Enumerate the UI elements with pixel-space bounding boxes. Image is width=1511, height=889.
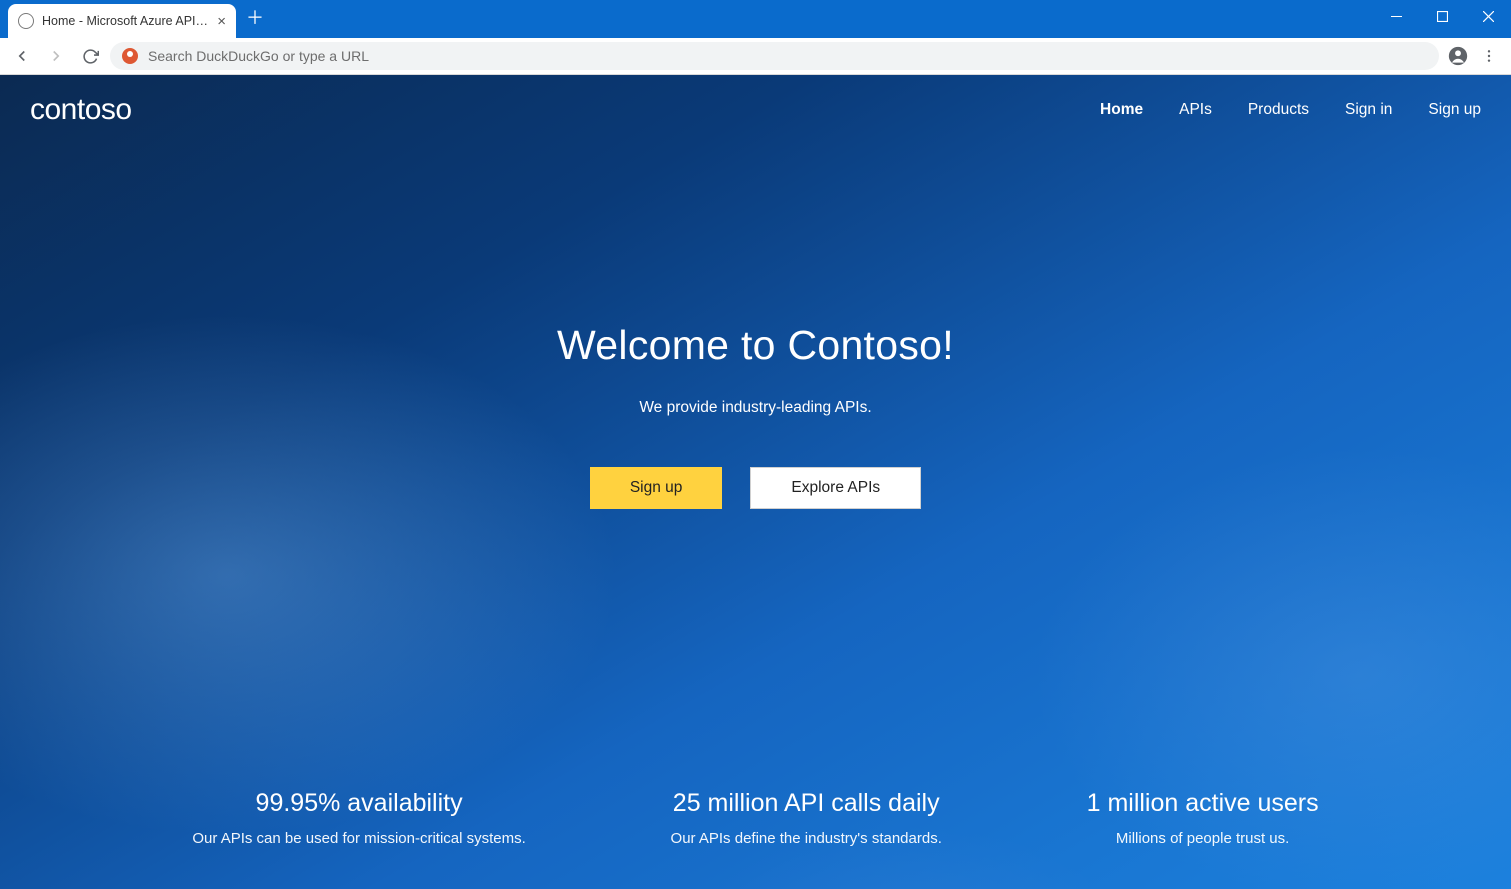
page-viewport[interactable]: contoso Home APIs Products Sign in Sign … bbox=[0, 75, 1511, 889]
browser-tab[interactable]: Home - Microsoft Azure API Management × bbox=[8, 4, 236, 38]
maximize-button[interactable] bbox=[1419, 0, 1465, 32]
stat-title: 25 million API calls daily bbox=[671, 789, 942, 818]
hero-content: Welcome to Contoso! We provide industry-… bbox=[0, 127, 1511, 509]
window-controls bbox=[1373, 0, 1511, 32]
stats-row: 99.95% availability Our APIs can be used… bbox=[0, 789, 1511, 847]
minimize-button[interactable] bbox=[1373, 0, 1419, 32]
nav-home[interactable]: Home bbox=[1100, 101, 1143, 119]
forward-button[interactable] bbox=[42, 42, 70, 70]
stat-desc: Our APIs define the industry's standards… bbox=[671, 830, 942, 847]
hero-title: Welcome to Contoso! bbox=[0, 322, 1511, 369]
stat-availability: 99.95% availability Our APIs can be used… bbox=[192, 789, 525, 847]
browser-toolbar: Search DuckDuckGo or type a URL bbox=[0, 38, 1511, 75]
profile-icon[interactable] bbox=[1445, 43, 1471, 69]
tab-title: Home - Microsoft Azure API Management bbox=[42, 14, 209, 28]
kebab-menu-icon[interactable] bbox=[1475, 42, 1503, 70]
nav-products[interactable]: Products bbox=[1248, 101, 1309, 119]
nav-apis[interactable]: APIs bbox=[1179, 101, 1212, 119]
explore-apis-button[interactable]: Explore APIs bbox=[750, 467, 921, 509]
browser-titlebar: Home - Microsoft Azure API Management × … bbox=[0, 0, 1511, 38]
stat-desc: Our APIs can be used for mission-critica… bbox=[192, 830, 525, 847]
hero-subtitle: We provide industry-leading APIs. bbox=[0, 399, 1511, 417]
stat-title: 1 million active users bbox=[1087, 789, 1319, 818]
close-tab-icon[interactable]: × bbox=[217, 14, 226, 29]
duckduckgo-icon bbox=[122, 48, 138, 64]
stat-calls: 25 million API calls daily Our APIs defi… bbox=[671, 789, 942, 847]
stat-users: 1 million active users Millions of peopl… bbox=[1087, 789, 1319, 847]
reload-button[interactable] bbox=[76, 42, 104, 70]
nav-signup[interactable]: Sign up bbox=[1428, 101, 1481, 119]
hero-buttons: Sign up Explore APIs bbox=[0, 467, 1511, 509]
nav-signin[interactable]: Sign in bbox=[1345, 101, 1392, 119]
site-header: contoso Home APIs Products Sign in Sign … bbox=[0, 75, 1511, 127]
globe-icon bbox=[18, 13, 34, 29]
stat-desc: Millions of people trust us. bbox=[1087, 830, 1319, 847]
hero-section: contoso Home APIs Products Sign in Sign … bbox=[0, 75, 1511, 889]
new-tab-button[interactable]: ＋ bbox=[246, 4, 264, 30]
address-bar[interactable]: Search DuckDuckGo or type a URL bbox=[110, 42, 1439, 70]
signup-button[interactable]: Sign up bbox=[590, 467, 723, 509]
close-window-button[interactable] bbox=[1465, 0, 1511, 32]
primary-nav: Home APIs Products Sign in Sign up bbox=[1100, 101, 1481, 119]
stat-title: 99.95% availability bbox=[192, 789, 525, 818]
address-placeholder: Search DuckDuckGo or type a URL bbox=[148, 48, 369, 64]
back-button[interactable] bbox=[8, 42, 36, 70]
site-logo[interactable]: contoso bbox=[30, 93, 132, 127]
